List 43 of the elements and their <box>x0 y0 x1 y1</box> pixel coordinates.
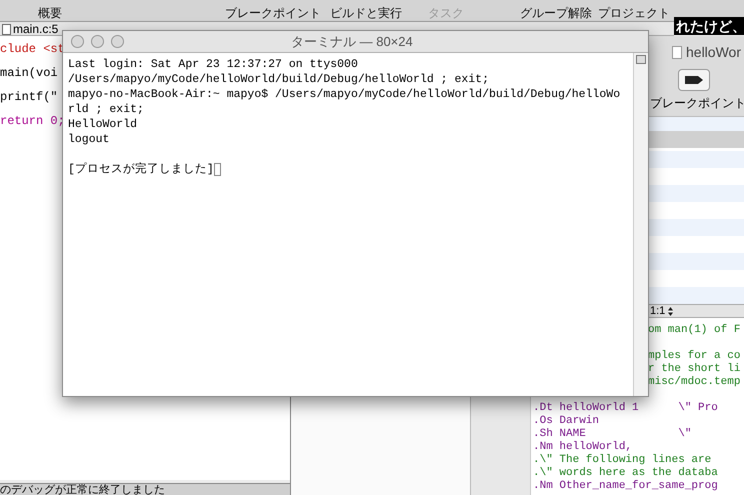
terminal-line: rld ; exit; <box>68 102 144 117</box>
terminal-line: /Users/mapyo/myCode/helloWorld/build/Debug/helloWorld ; exit; <box>68 72 489 87</box>
caption-overlay: れたけど、 <box>674 17 744 35</box>
window-title: helloWor <box>686 44 741 60</box>
close-icon[interactable] <box>71 35 84 48</box>
code-line: mples for a co <box>648 350 740 363</box>
code-line: r the short li <box>648 363 740 376</box>
terminal-line: logout <box>68 132 110 147</box>
cursor-position[interactable]: 1:1 <box>650 305 666 317</box>
terminal-line: Last login: Sat Apr 23 12:37:27 on ttys000 <box>68 57 358 72</box>
code-line: misc/mdoc.temp <box>648 376 740 389</box>
code-line: .Os Darwin <box>533 415 600 428</box>
code-line: .Sh NAME \" <box>533 428 692 441</box>
zoom-icon[interactable] <box>111 35 124 48</box>
code-line: .Nm Other_name_for_same_prog <box>533 480 718 493</box>
file-icon <box>2 24 11 34</box>
toolbar-button[interactable]: ブレークポイント <box>225 5 321 21</box>
breakpoint-button[interactable] <box>678 69 710 91</box>
document-icon <box>672 46 682 58</box>
toolbar-button[interactable]: 概要 <box>38 5 62 21</box>
text-cursor <box>214 163 221 176</box>
breakpoint-icon <box>685 76 703 84</box>
status-bar: のデバッグが正常に終了しました <box>0 483 290 495</box>
stepper-icon[interactable] <box>668 306 674 316</box>
code-line: om man(1) of F <box>648 324 740 337</box>
code-line: return 0; <box>0 113 65 130</box>
code-line: printf(" <box>0 89 59 106</box>
split-icon[interactable] <box>636 55 646 64</box>
breakpoint-label: ブレークポイント <box>650 96 744 110</box>
code-line: main(voi <box>0 65 59 82</box>
toolbar-button[interactable]: グループ解除 <box>520 5 592 21</box>
file-path[interactable]: main.c:5 <box>13 23 58 35</box>
window-title: ターミナル — 80×24 <box>291 34 413 50</box>
code-line: .\" words here as the databa <box>533 467 718 480</box>
terminal-line: HelloWorld <box>68 117 138 132</box>
code-line: .\" The following lines are <box>533 454 712 467</box>
toolbar-button[interactable]: ビルドと実行 <box>330 5 402 21</box>
code-line: .Nm helloWorld, <box>533 441 632 454</box>
minimize-icon[interactable] <box>91 35 104 48</box>
terminal-line: [プロセスが完了しました] <box>68 162 214 177</box>
code-line: .Dt helloWorld 1 \" Pro <box>533 402 718 415</box>
toolbar-button[interactable]: プロジェクト <box>598 5 670 21</box>
terminal-line: mapyo-no-MacBook-Air:~ mapyo$ /Users/mapyo/myCode/helloWorld/build/Debug/helloWo <box>68 87 620 102</box>
